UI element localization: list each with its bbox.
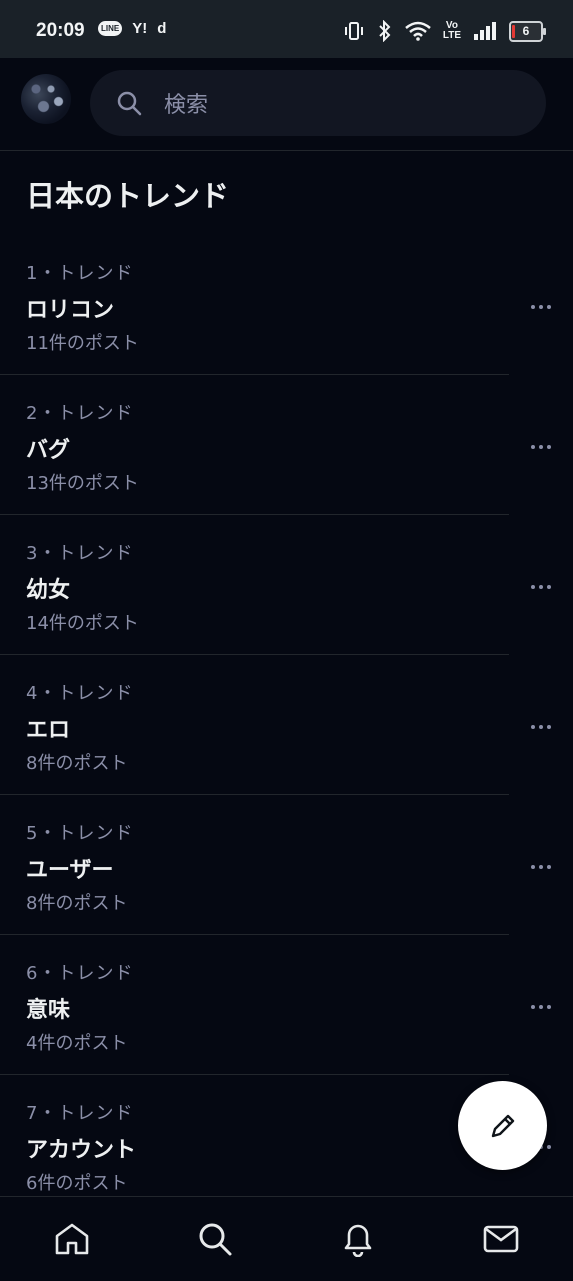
more-options-icon[interactable] xyxy=(526,861,556,873)
pencil-icon xyxy=(491,1114,514,1137)
home-icon xyxy=(55,1223,88,1255)
system-icons: Vo LTE 6 xyxy=(343,20,546,42)
more-options-icon[interactable] xyxy=(526,441,556,453)
trend-post-count: 8件のポスト xyxy=(26,753,128,774)
trend-item[interactable]: 2・トレンド バグ 13件のポスト xyxy=(0,375,573,515)
search-icon xyxy=(199,1223,232,1256)
trend-name: 意味 xyxy=(26,998,71,1023)
d-app-icon: d xyxy=(157,20,167,37)
trend-name: ユーザー xyxy=(26,858,114,883)
nav-search[interactable] xyxy=(185,1209,245,1269)
nav-notifications[interactable] xyxy=(328,1209,388,1269)
trend-item[interactable]: 3・トレンド 幼女 14件のポスト xyxy=(0,515,573,655)
more-options-icon[interactable] xyxy=(526,1001,556,1013)
vibrate-icon xyxy=(344,22,363,40)
trend-post-count: 14件のポスト xyxy=(26,613,139,634)
trend-post-count: 13件のポスト xyxy=(26,473,139,494)
trend-item[interactable]: 4・トレンド エロ 8件のポスト xyxy=(0,655,573,795)
trend-name: エロ xyxy=(26,718,71,743)
bell-icon xyxy=(344,1224,372,1257)
trend-rank: 7・トレンド xyxy=(26,1103,134,1124)
status-time: 20:09 xyxy=(36,20,85,41)
mail-icon xyxy=(484,1225,519,1253)
line-app-icon: LINE xyxy=(98,21,123,36)
more-options-icon[interactable] xyxy=(526,301,556,313)
more-options-icon[interactable] xyxy=(526,721,556,733)
trend-post-count: 4件のポスト xyxy=(26,1033,128,1054)
bottom-nav xyxy=(0,1196,573,1281)
search-icon xyxy=(117,91,142,116)
yahoo-app-icon: Y! xyxy=(132,20,148,37)
notification-icons: LINE Y! d xyxy=(98,20,166,37)
search-placeholder: 検索 xyxy=(164,93,209,118)
avatar[interactable] xyxy=(21,74,71,124)
trend-post-count: 11件のポスト xyxy=(26,333,139,354)
trend-name: アカウント xyxy=(26,1138,137,1163)
compose-button[interactable] xyxy=(458,1081,547,1170)
trend-item[interactable]: 6・トレンド 意味 4件のポスト xyxy=(0,935,573,1075)
trend-rank: 1・トレンド xyxy=(26,263,134,284)
battery-level: 6 xyxy=(522,24,530,38)
status-bar: 20:09 LINE Y! d Vo LTE 6 xyxy=(0,0,573,58)
battery-icon: 6 xyxy=(509,20,546,42)
trend-name: 幼女 xyxy=(26,578,71,603)
nav-messages[interactable] xyxy=(471,1209,531,1269)
trend-item[interactable]: 1・トレンド ロリコン 11件のポスト xyxy=(0,235,573,375)
bluetooth-icon xyxy=(379,20,391,42)
top-bar: 検索 xyxy=(0,58,573,151)
trend-post-count: 8件のポスト xyxy=(26,893,128,914)
trend-rank: 4・トレンド xyxy=(26,683,134,704)
trend-post-count: 6件のポスト xyxy=(26,1173,128,1194)
trend-item[interactable]: 5・トレンド ユーザー 8件のポスト xyxy=(0,795,573,935)
trend-name: ロリコン xyxy=(26,298,115,323)
wifi-icon xyxy=(405,21,431,41)
trend-rank: 5・トレンド xyxy=(26,823,134,844)
signal-icon xyxy=(474,22,496,40)
nav-home[interactable] xyxy=(42,1209,102,1269)
section-title: 日本のトレンド xyxy=(26,179,230,213)
trend-rank: 3・トレンド xyxy=(26,543,134,564)
volte-bottom: LTE xyxy=(442,30,461,41)
search-input[interactable]: 検索 xyxy=(90,70,546,136)
trend-list: 1・トレンド ロリコン 11件のポスト 2・トレンド バグ 13件のポスト 3・… xyxy=(0,235,573,1215)
trend-name: バグ xyxy=(26,438,71,463)
trend-rank: 2・トレンド xyxy=(26,403,134,424)
volte-indicator: Vo LTE xyxy=(443,21,461,41)
trend-rank: 6・トレンド xyxy=(26,963,134,984)
more-options-icon[interactable] xyxy=(526,581,556,593)
